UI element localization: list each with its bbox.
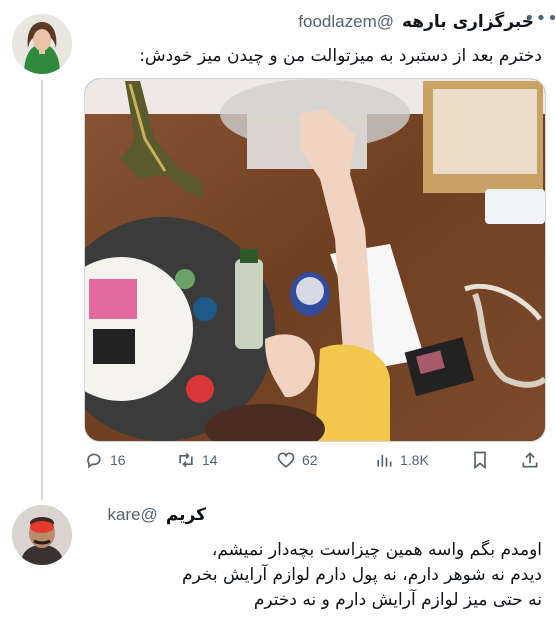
reply-count: 16	[110, 452, 126, 468]
red-scribble-overlay	[30, 521, 54, 533]
bookmark-icon	[474, 451, 486, 470]
bookmark-button[interactable]	[470, 450, 490, 470]
views-chart-icon	[377, 455, 392, 467]
author-name[interactable]: خبرگزاری بارهه	[402, 12, 534, 32]
retweet-icon	[179, 452, 193, 468]
like-button[interactable]: 62	[276, 450, 318, 470]
reply-line: دیدم نه شوهر دارم، نه پول دارم لوازم آرا…	[182, 565, 542, 585]
reply-line: نه حتی میز لوازم آرایش دارم و نه دخترم	[253, 590, 542, 610]
reply-icon	[87, 453, 101, 469]
reply-line: اومدم بگم واسه همین چیزاست بچه‌دار نمیشم…	[211, 540, 542, 560]
tweet-photo[interactable]	[84, 78, 546, 442]
tweet-text: دخترم بعد از دستبرد به میزتوالت من و چید…	[139, 46, 542, 66]
views-button[interactable]: 1.8K	[374, 450, 429, 470]
author-handle[interactable]: @foodlazem	[298, 12, 394, 32]
reply-author-handle[interactable]: @kare	[107, 505, 157, 525]
views-count: 1.8K	[400, 452, 429, 468]
reply-author-name[interactable]: کریم	[166, 505, 206, 525]
like-count: 62	[302, 452, 318, 468]
author-avatar[interactable]	[12, 14, 72, 74]
reply-button[interactable]: 16	[84, 450, 126, 470]
photo-illustration	[85, 79, 545, 441]
reply-author-avatar[interactable]	[12, 505, 72, 565]
thread-connector-line	[41, 80, 43, 500]
reply-header: کریم @kare	[107, 505, 206, 525]
share-icon	[522, 452, 538, 468]
reply-text: اومدم بگم واسه همین چیزاست بچه‌دار نمیشم…	[82, 538, 542, 613]
retweet-count: 14	[202, 452, 218, 468]
retweet-button[interactable]: 14	[176, 450, 218, 470]
share-button[interactable]	[520, 450, 540, 470]
tweet-header: خبرگزاری بارهه @foodlazem	[298, 12, 534, 32]
heart-icon	[277, 452, 295, 468]
tweet-actions: 16 14 62 1.8K	[84, 450, 544, 474]
